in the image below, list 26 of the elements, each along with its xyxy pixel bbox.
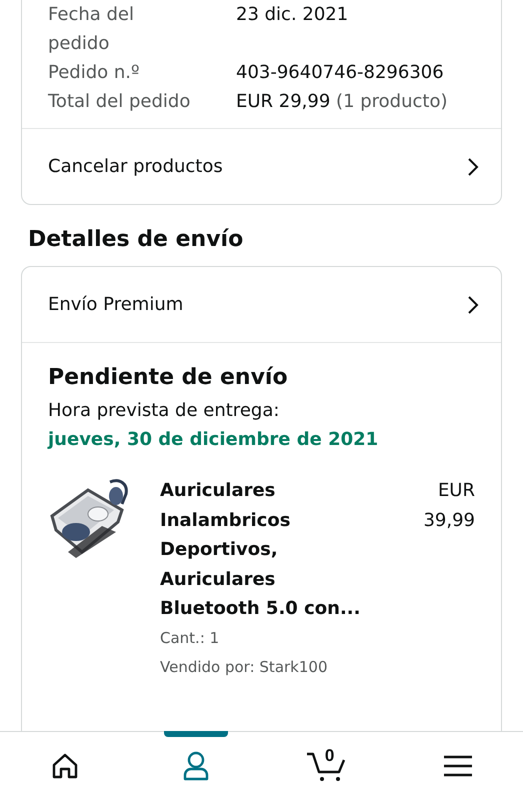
chevron-right-icon <box>467 156 479 176</box>
nav-tab[interactable]: 0 <box>262 732 392 800</box>
seller: Vendido por: Stark100 <box>160 656 328 678</box>
shipping-method-link[interactable]: Envío Premium <box>22 267 501 343</box>
field-value: 403-9640746-8296306 <box>236 61 445 85</box>
delivery-date: jueves, 30 de diciembre de 2021 <box>48 428 380 452</box>
home-icon <box>51 752 80 780</box>
eta-label: Hora prevista de entrega: <box>48 399 280 423</box>
field-label: Fecha del pedido <box>48 3 136 56</box>
field-value: 23 dic. 2021 <box>236 3 350 27</box>
cart-icon <box>306 750 348 782</box>
field-label: Pedido n.º <box>48 61 140 85</box>
link-label: Cancelar productos <box>48 156 223 177</box>
chevron-right-icon <box>467 294 479 314</box>
product-price: EUR 39,99 <box>422 479 475 532</box>
section-heading: Detalles de envío <box>28 227 244 252</box>
account-icon <box>182 751 210 781</box>
field-value: EUR 29,99 (1 producto) <box>236 90 449 114</box>
cancel-products-link[interactable]: Cancelar productos <box>22 128 501 204</box>
shipping-status: Pendiente de envío <box>48 365 289 390</box>
field-label: Total del pedido <box>48 90 192 114</box>
link-label: Envío Premium <box>48 294 184 315</box>
product-title[interactable]: Auriculares Inalambricos Deportivos, Auriculares Bluetooth 5.0 con... <box>160 476 365 624</box>
cart-count: 0 <box>324 746 334 766</box>
menu-icon <box>444 754 472 778</box>
quantity: Cant.: 1 <box>160 628 220 648</box>
